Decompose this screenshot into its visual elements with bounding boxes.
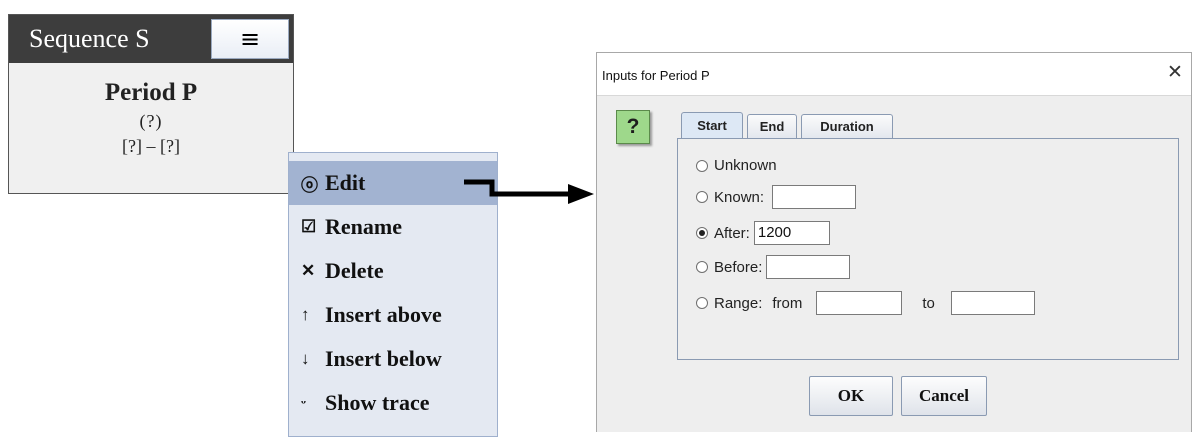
sequence-panel: Sequence S ≡ Period P (?) [?] – [?]	[8, 14, 294, 194]
tab-start[interactable]: Start	[681, 112, 743, 138]
menu-item-label: Insert above	[325, 302, 442, 327]
tab-panel-start: Unknown Known: After: 1200 Before: Range…	[677, 138, 1179, 360]
sequence-title: Sequence S	[29, 24, 150, 53]
known-input[interactable]	[772, 185, 857, 209]
menu-item-label: Insert below	[325, 346, 442, 371]
radio-known[interactable]	[696, 191, 708, 203]
connector-arrow-icon	[464, 179, 594, 204]
menu-item-label: Delete	[325, 258, 384, 283]
period-range: [?] – [?]	[122, 136, 180, 156]
option-label: Range:	[714, 294, 763, 312]
option-label: Before:	[714, 258, 763, 276]
range-from-input[interactable]	[816, 291, 903, 315]
trace-icon: ᵕ	[301, 393, 306, 412]
option-before[interactable]: Before:	[696, 255, 851, 279]
option-range[interactable]: Range: from to	[696, 291, 1035, 315]
menu-item-label: Show trace	[325, 390, 430, 415]
range-to-input[interactable]	[950, 291, 1035, 315]
close-icon[interactable]: ✕	[1167, 61, 1183, 84]
dialog-content: ? Start End Duration Unknown Known: Afte…	[597, 95, 1191, 432]
help-icon: ?	[626, 115, 640, 138]
rename-edit-icon: ☑	[301, 217, 317, 236]
option-label: After:	[714, 224, 750, 242]
option-known[interactable]: Known:	[696, 185, 857, 209]
hamburger-menu-icon: ≡	[239, 25, 261, 53]
help-button[interactable]: ?	[616, 110, 650, 144]
before-input[interactable]	[766, 255, 851, 279]
tab-duration[interactable]: Duration	[801, 114, 893, 138]
option-label: Unknown	[714, 157, 777, 174]
range-from-label: from	[772, 294, 803, 312]
radio-unknown[interactable]	[696, 159, 708, 172]
menu-item-label: Edit	[325, 170, 366, 195]
radio-before[interactable]	[696, 261, 708, 273]
option-label: Known:	[714, 188, 765, 206]
period-subtitle: (?)	[139, 111, 163, 131]
period-card[interactable]: Period P (?) [?] – [?]	[9, 65, 293, 157]
option-after[interactable]: After: 1200	[696, 221, 830, 245]
period-title: Period P	[104, 79, 198, 106]
cancel-button[interactable]: Cancel	[901, 376, 987, 416]
menu-item-label: Rename	[325, 214, 402, 239]
arrow-down-icon: ↓	[301, 349, 310, 368]
menu-item-insert-below[interactable]: ↓ Insert below	[289, 337, 497, 381]
dialog-title: Inputs for Period P	[602, 68, 710, 83]
tab-end[interactable]: End	[747, 114, 797, 138]
menu-item-show-trace[interactable]: ᵕ Show trace	[289, 381, 497, 425]
inputs-dialog: Inputs for Period P ✕ ? Start End Durati…	[596, 52, 1192, 432]
sequence-header: Sequence S ≡	[9, 15, 293, 63]
arrow-up-icon: ↑	[301, 305, 310, 324]
option-unknown[interactable]: Unknown	[696, 157, 777, 174]
range-to-label: to	[922, 294, 935, 312]
menu-button[interactable]: ≡	[211, 19, 289, 59]
radio-after[interactable]	[696, 227, 708, 239]
delete-x-icon: ✕	[301, 261, 316, 280]
radio-range[interactable]	[696, 297, 708, 309]
menu-item-delete[interactable]: ✕ Delete	[289, 249, 497, 293]
menu-item-insert-above[interactable]: ↑ Insert above	[289, 293, 497, 337]
timer-icon: ⓞ	[301, 175, 318, 195]
ok-button[interactable]: OK	[809, 376, 893, 416]
after-input[interactable]: 1200	[753, 221, 830, 245]
